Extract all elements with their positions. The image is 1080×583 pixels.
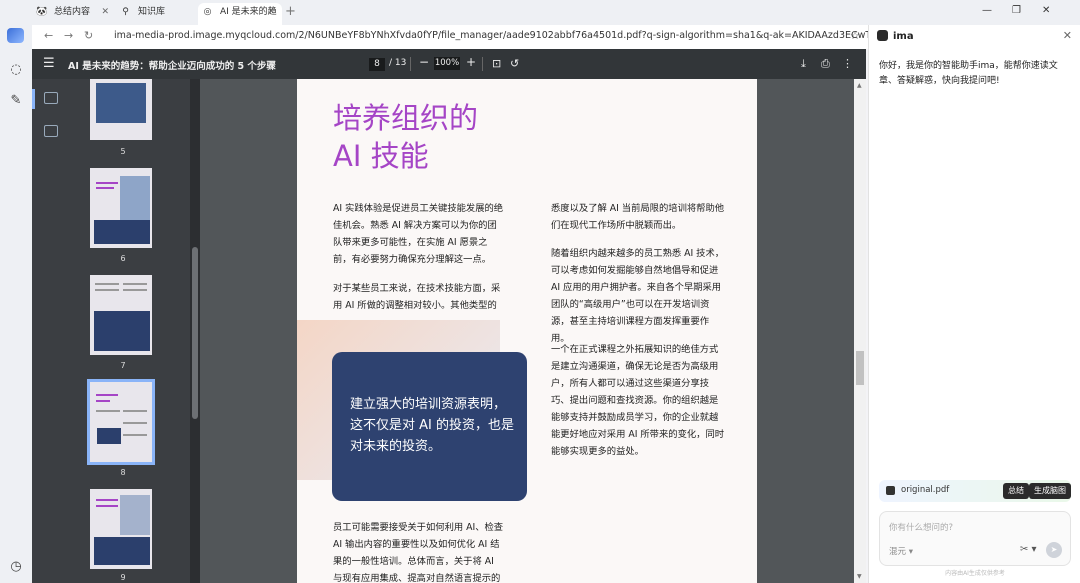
- page-title: 培养组织的 AI 技能: [333, 99, 478, 175]
- address-bar: ← → ↻ ima-media-prod.image.myqcloud.com/…: [32, 25, 995, 49]
- tab-label: 知识库: [138, 7, 166, 17]
- assistant-name: ima: [893, 31, 914, 42]
- thumbnails-view-icon[interactable]: [44, 92, 58, 104]
- ima-logo-icon: [877, 30, 888, 41]
- summarize-button[interactable]: 总结: [1003, 483, 1029, 499]
- reload-icon[interactable]: ↻: [84, 29, 93, 42]
- pdf-viewer: 培养组织的 AI 技能 AI 实践体验是促进员工关键技能发展的绝佳机会。熟悉 A…: [200, 79, 854, 583]
- page-total: / 13: [389, 58, 407, 68]
- minimize-icon[interactable]: —: [982, 5, 992, 16]
- page-thumbnail[interactable]: [90, 168, 152, 248]
- model-selector[interactable]: 混元 ▾: [889, 545, 913, 557]
- close-icon[interactable]: ✕: [1063, 29, 1072, 42]
- thumbnail-panel: 5 6 7 8 9: [32, 79, 200, 583]
- thumbnail-page-number: 8: [120, 468, 126, 477]
- viewer-scrollbar[interactable]: ▲ ▼: [854, 79, 866, 583]
- scissors-icon[interactable]: ✂ ▾: [1020, 544, 1037, 555]
- lightbulb-icon[interactable]: ◌: [8, 62, 24, 78]
- tab-bar: 🐼 总结内容 ✕ ⚲ 知识库 ◎ AI 是未来的趋 ✕ + — ❐ ✕: [32, 0, 1080, 25]
- disclaimer: 内容由AI生成仅供参考: [945, 570, 1005, 577]
- pull-quote-text: 建立强大的培训资源表明，这不仅是对 AI 的投资，也是对未来的投资。: [350, 397, 514, 454]
- paragraph: 悉度以及了解 AI 当前局限的培训将帮助他们在现代工作场所中脱颖而出。: [551, 203, 725, 231]
- menu-icon[interactable]: ☰: [43, 56, 55, 71]
- page-title-line2: AI 技能: [333, 139, 429, 173]
- zoom-out-button[interactable]: −: [419, 55, 429, 69]
- page-title-line1: 培养组织的: [333, 101, 479, 135]
- ima-icon: 🐼: [36, 7, 48, 17]
- tab-summary[interactable]: 🐼 总结内容 ✕: [32, 3, 116, 25]
- close-icon[interactable]: ✕: [101, 3, 109, 22]
- thumbnail-page-number: 7: [120, 361, 126, 370]
- tab-knowledge-base[interactable]: ⚲ 知识库: [116, 3, 200, 25]
- app-logo-icon[interactable]: [7, 28, 24, 43]
- paragraph: 随着组织内越来越多的员工熟悉 AI 技术，可以考虑如何发掘能够自然地倡导和促进 …: [551, 248, 725, 344]
- more-icon[interactable]: ⋮: [842, 57, 853, 70]
- document-title: AI 是未来的趋势：帮助企业迈向成功的 5 个步骤: [68, 61, 276, 72]
- zoom-in-button[interactable]: +: [466, 55, 476, 69]
- chat-input-box[interactable]: 你有什么想问的? 混元 ▾ ✂ ▾ ➤: [879, 511, 1071, 566]
- page-thumbnail[interactable]: [90, 489, 152, 569]
- attached-file-bar: original.pdf 总结 生成脑图: [879, 480, 1071, 502]
- scroll-up-icon[interactable]: ▲: [857, 82, 862, 89]
- close-window-icon[interactable]: ✕: [1042, 5, 1050, 16]
- page-number-input[interactable]: 8: [369, 58, 385, 71]
- divider: [482, 57, 483, 71]
- thumbnail-page-number: 6: [120, 254, 126, 263]
- globe-icon: ◎: [203, 7, 212, 17]
- outline-view-icon[interactable]: [44, 125, 58, 137]
- paragraph: 对于某些员工来说，在技术技能方面，采用 AI 所做的调整相对较小。其他类型的: [333, 283, 501, 311]
- print-icon[interactable]: ⎙: [821, 57, 830, 71]
- tab-label: 总结内容: [54, 7, 91, 17]
- app-rail: ◌ ✎ ◷: [0, 0, 32, 583]
- chat-input[interactable]: 你有什么想问的?: [889, 521, 953, 533]
- file-icon: [886, 486, 895, 495]
- pull-quote: 建立强大的培训资源表明，这不仅是对 AI 的投资，也是对未来的投资。: [332, 352, 527, 501]
- scroll-thumb[interactable]: [856, 351, 864, 385]
- close-icon[interactable]: ✕: [267, 3, 275, 22]
- url-field[interactable]: ima-media-prod.image.myqcloud.com/2/N6UN…: [114, 30, 995, 41]
- edit-icon[interactable]: ✎: [8, 93, 24, 109]
- thumbnail-page-number: 9: [120, 573, 126, 582]
- thumbnail-page-number: 5: [120, 147, 126, 156]
- zoom-level[interactable]: 100%: [434, 57, 460, 70]
- new-tab-button[interactable]: +: [285, 4, 296, 19]
- page-thumbnail[interactable]: [90, 79, 152, 140]
- page-thumbnail-selected[interactable]: [87, 379, 155, 465]
- history-icon[interactable]: ◷: [8, 559, 24, 575]
- assistant-header: ima: [877, 30, 914, 42]
- forward-icon[interactable]: →: [64, 29, 73, 42]
- file-name: original.pdf: [901, 485, 950, 495]
- page-thumbnail[interactable]: [90, 275, 152, 355]
- pdf-page: 培养组织的 AI 技能 AI 实践体验是促进员工关键技能发展的绝佳机会。熟悉 A…: [297, 79, 757, 583]
- send-icon[interactable]: ➤: [1046, 542, 1062, 558]
- paragraph: 一个在正式课程之外拓展知识的绝佳方式是建立沟通渠道，确保无论是否为高级用户，所有…: [551, 344, 725, 457]
- pin-icon: ⚲: [122, 7, 129, 17]
- fit-page-icon[interactable]: ⊡: [492, 57, 501, 70]
- tab-pdf[interactable]: ◎ AI 是未来的趋 ✕: [198, 3, 282, 25]
- rotate-icon[interactable]: ↺: [510, 57, 519, 70]
- scroll-down-icon[interactable]: ▼: [857, 573, 862, 580]
- mindmap-button[interactable]: 生成脑图: [1029, 483, 1071, 499]
- bookmark-icon[interactable]: ☆: [850, 29, 860, 42]
- back-icon[interactable]: ←: [44, 29, 53, 42]
- paragraph: 员工可能需要接受关于如何利用 AI、检查 AI 输出内容的重要性以及如何优化 A…: [333, 522, 504, 583]
- pdf-toolbar: ☰ AI 是未来的趋势：帮助企业迈向成功的 5 个步骤 8 / 13 − 100…: [32, 49, 866, 79]
- sidebar-selection-indicator: [32, 89, 35, 109]
- divider: [410, 57, 411, 71]
- maximize-icon[interactable]: ❐: [1012, 5, 1021, 16]
- paragraph: AI 实践体验是促进员工关键技能发展的绝佳机会。熟悉 AI 解决方案可以为你的团…: [333, 203, 504, 265]
- assistant-panel: ima ✕ 你好，我是你的智能助手ima，能帮你速读文章、答疑解惑，快向我提问吧…: [868, 25, 1080, 583]
- thumbnail-scrollbar[interactable]: [190, 79, 200, 583]
- assistant-greeting: 你好，我是你的智能助手ima，能帮你速读文章、答疑解惑，快向我提问吧!: [879, 61, 1058, 86]
- download-icon[interactable]: ⤓: [801, 57, 806, 71]
